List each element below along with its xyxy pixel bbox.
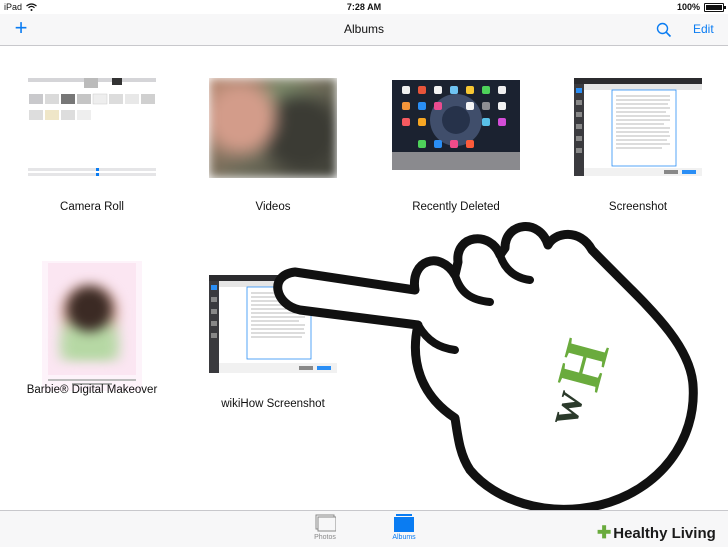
album-thumbnail [42, 261, 142, 391]
battery-icon [704, 2, 726, 12]
tab-label: Albums [392, 534, 416, 541]
album-label: Videos [255, 201, 291, 213]
search-icon[interactable] [656, 22, 672, 38]
page-title: Albums [343, 22, 384, 36]
status-time: 7:28 AM [346, 2, 382, 12]
tab-label: Photos [314, 534, 336, 541]
tab-albums[interactable]: Albums [379, 514, 429, 541]
nav-bar: + Albums Edit [0, 14, 728, 46]
edit-button[interactable]: Edit [693, 22, 714, 36]
svg-text:H: H [545, 333, 623, 397]
status-bar: iPad 7:28 AM 100% [0, 0, 728, 14]
tab-photos[interactable]: Photos [300, 514, 350, 541]
album-label: wikiHow Screenshot [221, 398, 325, 410]
svg-text:w: w [536, 385, 594, 430]
album-thumbnail [209, 275, 337, 375]
album-thumbnail [209, 78, 337, 178]
plus-cross-icon: ✚ [597, 523, 612, 542]
battery-percent: 100% [676, 2, 700, 12]
album-label: Recently Deleted [412, 201, 500, 213]
wikihow-logo: w H [536, 333, 623, 430]
album-label: Screenshot [608, 201, 668, 213]
album-thumbnail [574, 78, 702, 178]
album-label: Camera Roll [60, 201, 124, 213]
healthy-living-watermark: ✚ Healthy Living [597, 523, 716, 543]
album-thumbnail [392, 78, 520, 178]
photos-stack-icon [314, 514, 337, 532]
album-thumbnail [28, 78, 156, 178]
watermark-text: Healthy Living [613, 524, 716, 542]
album-label: Barbie® Digital Makeover [26, 384, 158, 396]
albums-stack-icon [393, 514, 415, 532]
